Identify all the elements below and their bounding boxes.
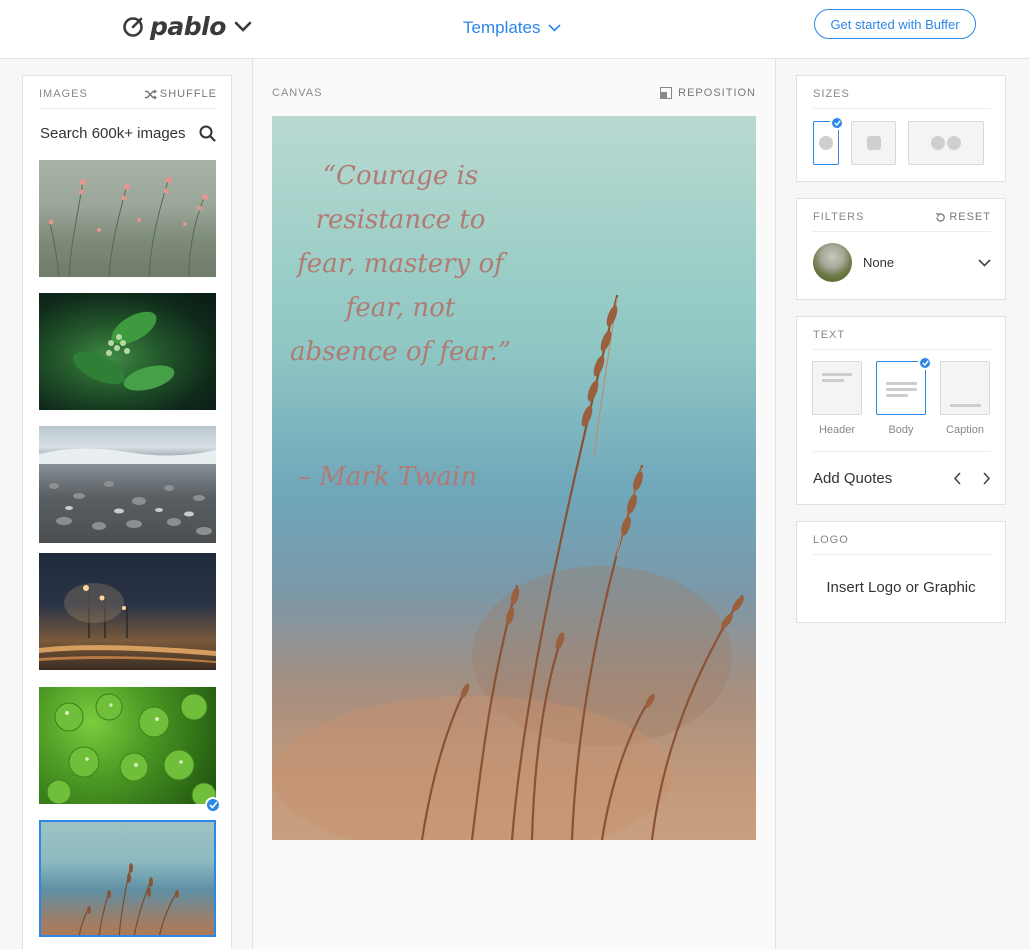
images-panel-header: IMAGES SHUFFLE — [39, 88, 217, 109]
quote-text[interactable]: “Courage is resistance to fear, mastery … — [288, 154, 513, 374]
selected-check-icon — [830, 116, 844, 130]
text-panel: TEXT Header Body Caption Add Quotes — [796, 316, 1006, 505]
left-sidebar: IMAGES SHUFFLE — [0, 59, 253, 949]
logo-panel: LOGO Insert Logo or Graphic — [796, 521, 1006, 623]
add-quotes-row: Add Quotes — [813, 451, 991, 487]
reset-icon — [936, 212, 946, 222]
filter-preview-thumbnail — [813, 243, 852, 282]
canvas-area: CANVAS REPOSITION “Courage is resistance… — [253, 59, 776, 949]
shuffle-button[interactable]: SHUFFLE — [144, 88, 217, 100]
image-thumbnail-pebble-beach-waves[interactable] — [39, 426, 216, 543]
quote-author[interactable]: – Mark Twain — [298, 462, 477, 492]
get-started-button[interactable]: Get started with Buffer — [814, 9, 976, 39]
sizes-title: SIZES — [813, 88, 850, 100]
sizes-panel-header: SIZES — [813, 88, 991, 109]
image-thumbnail-wheat-grass-blue-sky[interactable] — [39, 820, 216, 937]
sizes-panel: SIZES — [796, 75, 1006, 182]
image-thumbnail-pink-wildflowers[interactable] — [39, 160, 216, 277]
reposition-icon — [660, 87, 673, 99]
image-search — [40, 125, 216, 142]
text-style-header-label: Header — [818, 424, 856, 436]
facebook-icon — [931, 136, 945, 150]
logo-title: LOGO — [813, 534, 849, 546]
filter-dropdown[interactable]: None — [813, 243, 991, 282]
shuffle-icon — [144, 88, 157, 100]
canvas-header: CANVAS REPOSITION — [272, 87, 756, 99]
chevron-down-icon[interactable] — [234, 21, 252, 33]
reposition-button[interactable]: REPOSITION — [660, 87, 756, 99]
brand-name: pablo — [150, 12, 226, 41]
text-style-body-label: Body — [888, 424, 914, 436]
pinterest-icon — [819, 136, 833, 150]
image-thumbnail-green-plant-buds[interactable] — [39, 293, 216, 410]
filters-panel-header: FILTERS RESET — [813, 211, 991, 232]
top-bar: pablo Templates Get started with Buffer — [0, 0, 1030, 59]
image-thumbnail-night-street-lights[interactable] — [39, 553, 216, 670]
text-style-header[interactable] — [812, 361, 862, 415]
images-panel: IMAGES SHUFFLE — [22, 75, 232, 949]
search-icon[interactable] — [199, 125, 216, 142]
filters-title: FILTERS — [813, 211, 865, 223]
text-style-caption[interactable] — [940, 361, 990, 415]
canvas-title: CANVAS — [272, 87, 323, 99]
logo-panel-header: LOGO — [813, 534, 991, 555]
templates-label: Templates — [463, 18, 541, 37]
instagram-icon — [866, 136, 881, 150]
quote-navigation — [953, 472, 991, 485]
reset-button[interactable]: RESET — [935, 211, 991, 223]
twitter-icon — [947, 136, 961, 150]
text-style-body[interactable] — [876, 361, 926, 415]
chevron-down-icon — [548, 24, 562, 32]
reposition-label: REPOSITION — [678, 87, 756, 99]
reset-label: RESET — [949, 211, 991, 223]
chevron-left-icon[interactable] — [953, 472, 963, 485]
pablo-logo-icon — [123, 16, 143, 37]
pablo-logo[interactable]: pablo — [122, 12, 252, 41]
add-quotes-label: Add Quotes — [813, 470, 893, 487]
filters-panel: FILTERS RESET None — [796, 198, 1006, 300]
chevron-right-icon[interactable] — [981, 472, 991, 485]
selected-check-icon — [918, 356, 932, 370]
size-option-instagram[interactable] — [851, 121, 896, 165]
filter-selected: None — [813, 243, 894, 282]
text-title: TEXT — [813, 329, 846, 341]
filter-value: None — [863, 255, 895, 270]
chevron-down-icon — [978, 258, 991, 267]
text-panel-header: TEXT — [813, 329, 991, 350]
images-title: IMAGES — [39, 88, 88, 100]
insert-logo-button[interactable]: Insert Logo or Graphic — [797, 579, 1005, 596]
selected-check-icon — [205, 797, 221, 813]
design-canvas[interactable]: “Courage is resistance to fear, mastery … — [272, 116, 756, 840]
image-thumbnail-clover-leaves-dew[interactable] — [39, 687, 216, 804]
size-option-facebook-twitter[interactable] — [908, 121, 984, 165]
text-style-caption-label: Caption — [946, 424, 984, 436]
image-search-input[interactable] — [40, 125, 190, 142]
shuffle-label: SHUFFLE — [159, 88, 217, 100]
templates-dropdown[interactable]: Templates — [463, 18, 562, 38]
